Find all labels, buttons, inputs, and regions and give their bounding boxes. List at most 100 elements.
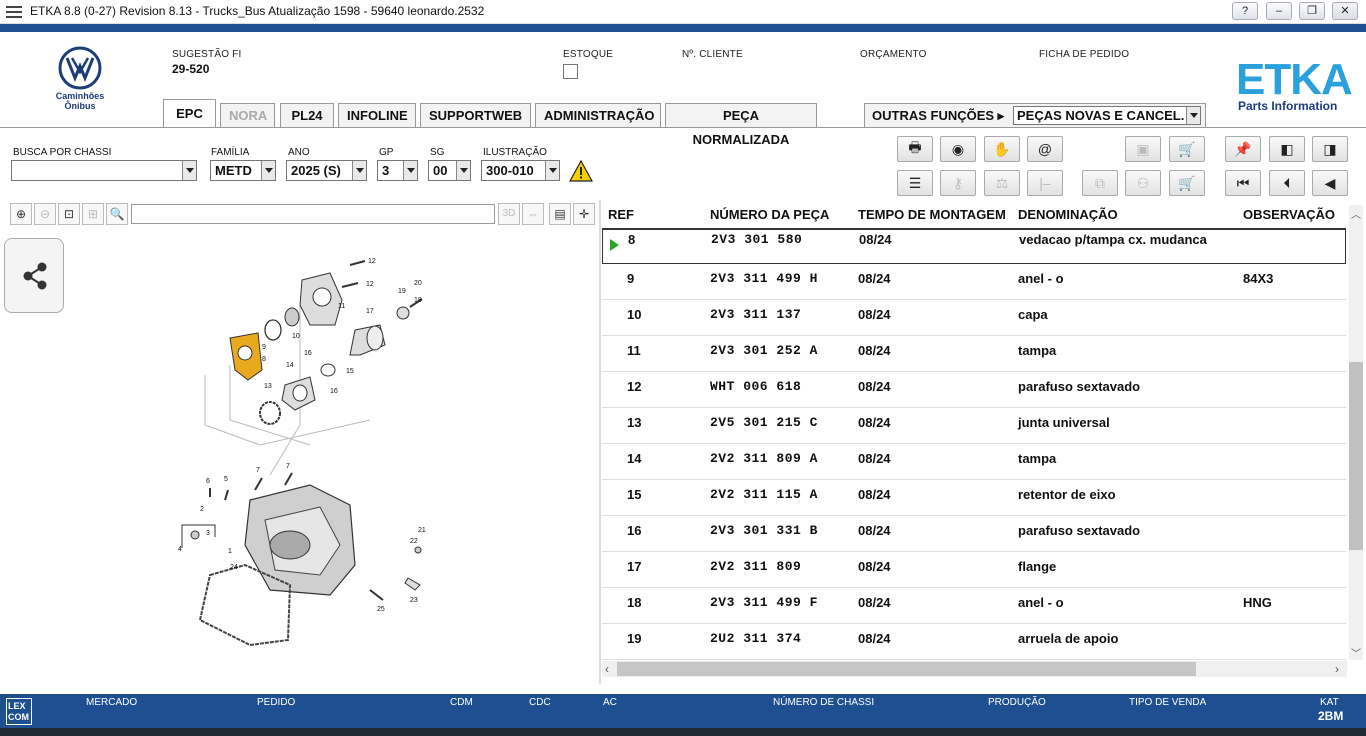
- minus-arrow-icon[interactable]: |–: [1027, 170, 1063, 196]
- ano-select[interactable]: 2025 (S): [286, 160, 367, 181]
- table-row[interactable]: 11 2V3 301 252 A 08/24 tampa: [602, 336, 1346, 372]
- diagram-callout-label[interactable]: 12: [366, 281, 374, 288]
- vertical-scroll-thumb[interactable]: [1349, 362, 1363, 550]
- diagram-callout-label[interactable]: 24: [230, 564, 238, 571]
- expand-icon[interactable]: ✛: [573, 203, 595, 225]
- outras-funcoes-select[interactable]: PEÇAS NOVAS E CANCEL.: [1013, 106, 1201, 125]
- familia-select[interactable]: METD: [210, 160, 276, 181]
- header-ref[interactable]: REF: [608, 207, 634, 222]
- pane-divider[interactable]: [599, 200, 601, 684]
- diagram-callout-label[interactable]: 17: [366, 308, 374, 315]
- gp-select[interactable]: 3: [377, 160, 418, 181]
- zoom-in-icon[interactable]: ⊕: [10, 203, 32, 225]
- diagram-callout-label[interactable]: 12: [368, 258, 376, 265]
- header-numero[interactable]: NÚMERO DA PEÇA: [710, 207, 829, 222]
- table-row[interactable]: 19 2U2 311 374 08/24 arruela de apoio: [602, 624, 1346, 660]
- tab-supportweb[interactable]: SUPPORTWEB: [420, 103, 531, 128]
- restore-button[interactable]: ❐: [1299, 2, 1325, 20]
- diagram-callout-label[interactable]: 13: [264, 383, 272, 390]
- warning-icon[interactable]: [569, 160, 593, 182]
- close-button[interactable]: ✕: [1332, 2, 1358, 20]
- zoom-fit-icon[interactable]: ⊡: [58, 203, 80, 225]
- diagram-callout-label[interactable]: 11: [338, 303, 345, 310]
- table-row[interactable]: 13 2V5 301 215 C 08/24 junta universal: [602, 408, 1346, 444]
- chevron-down-icon[interactable]: [182, 161, 196, 180]
- scroll-left-icon[interactable]: ‹: [605, 662, 609, 676]
- diagram-callout-label[interactable]: 7: [256, 467, 260, 474]
- doc-prev-icon[interactable]: ◧: [1269, 136, 1305, 162]
- tab-nora[interactable]: NORA: [220, 103, 275, 128]
- diagram-callout-label[interactable]: 6: [206, 478, 210, 485]
- table-row[interactable]: 8 2V3 301 580 08/24 vedacao p/tampa cx. mud…: [602, 228, 1346, 264]
- estoque-checkbox[interactable]: [563, 64, 578, 79]
- table-row[interactable]: 18 2V3 311 499 F 08/24 anel - o HNG: [602, 588, 1346, 624]
- email-icon[interactable]: @: [1027, 136, 1063, 162]
- scroll-up-icon[interactable]: ︿: [1351, 206, 1361, 221]
- scale-icon[interactable]: ⚖: [984, 170, 1020, 196]
- diagram-callout-label[interactable]: 20: [414, 280, 422, 287]
- table-row[interactable]: 16 2V3 301 331 B 08/24 parafuso sextavado: [602, 516, 1346, 552]
- help-button[interactable]: ?: [1232, 2, 1258, 20]
- tab-epc[interactable]: EPC: [163, 99, 216, 128]
- chevron-down-icon[interactable]: [403, 161, 417, 180]
- diagram-callout-label[interactable]: 15: [346, 368, 354, 375]
- view-split-icon[interactable]: ⇔: [522, 203, 544, 225]
- diagram-callout-label[interactable]: 23: [410, 597, 418, 604]
- tab-peca-normalizada[interactable]: PEÇA NORMALIZADA: [665, 103, 817, 147]
- header-tempo[interactable]: TEMPO DE MONTAGEM: [858, 207, 1006, 222]
- table-row[interactable]: 9 2V3 311 499 H 08/24 anel - o 84X3: [602, 264, 1346, 300]
- horizontal-scroll-thumb[interactable]: [617, 662, 1196, 676]
- prev-page-icon[interactable]: ⏴: [1269, 170, 1305, 196]
- cart-add-icon[interactable]: 🛒: [1169, 136, 1205, 162]
- table-row[interactable]: 10 2V3 311 137 08/24 capa: [602, 300, 1346, 336]
- sg-select[interactable]: 00: [428, 160, 471, 181]
- diagram-callout-label[interactable]: 18: [414, 297, 422, 304]
- compare-icon[interactable]: ⧉: [1082, 170, 1118, 196]
- outras-funcoes-label[interactable]: OUTRAS FUNÇÕES ▸: [872, 108, 1004, 124]
- chevron-down-icon[interactable]: [545, 161, 559, 180]
- diagram-callout-label[interactable]: 2: [200, 506, 204, 513]
- diagram-callout-label[interactable]: 5: [224, 476, 228, 483]
- chevron-down-icon[interactable]: [352, 161, 366, 180]
- diagram-callout-label[interactable]: 16: [330, 388, 338, 395]
- diagram-callout-label[interactable]: 16: [304, 350, 312, 357]
- list-icon[interactable]: ☰: [897, 170, 933, 196]
- diagram-callout-label[interactable]: 21: [418, 527, 426, 534]
- handshake-icon[interactable]: ✋: [984, 136, 1020, 162]
- zoom-area-icon[interactable]: ⊞: [82, 203, 104, 225]
- first-icon[interactable]: ⏮: [1225, 170, 1261, 196]
- exploded-parts-diagram[interactable]: 1212112019181710981615141613776 5234 12122…: [170, 245, 440, 655]
- chevron-down-icon[interactable]: [1186, 107, 1200, 124]
- prev-icon[interactable]: ◀: [1312, 170, 1348, 196]
- minimize-button[interactable]: –: [1266, 2, 1292, 20]
- tab-pl24[interactable]: PL24: [280, 103, 334, 128]
- disc-icon[interactable]: ◉: [940, 136, 976, 162]
- header-denominacao[interactable]: DENOMINAÇÃO: [1018, 207, 1118, 222]
- app-menu-icon[interactable]: [6, 6, 22, 18]
- scroll-right-icon[interactable]: ›: [1335, 662, 1339, 676]
- header-observacao[interactable]: OBSERVAÇÃO: [1243, 207, 1335, 222]
- diagram-callout-label[interactable]: 25: [377, 606, 385, 613]
- search-icon[interactable]: 🔍: [106, 203, 128, 225]
- ilustracao-select[interactable]: 300-010: [481, 160, 560, 181]
- sugestao-value[interactable]: 29-520: [172, 62, 209, 76]
- print-icon[interactable]: 🖶: [897, 136, 933, 162]
- tab-administracao[interactable]: ADMINISTRAÇÃO: [535, 103, 661, 128]
- cart-icon[interactable]: 🛒: [1169, 170, 1205, 196]
- chassi-select[interactable]: [11, 160, 197, 181]
- scroll-down-icon[interactable]: ﹀: [1351, 645, 1361, 660]
- table-row[interactable]: 17 2V2 311 809 08/24 flange: [602, 552, 1346, 588]
- diagram-callout-label[interactable]: 7: [286, 463, 290, 470]
- 3d-icon[interactable]: 3D: [498, 203, 520, 225]
- key-icon[interactable]: ⚷: [940, 170, 976, 196]
- chevron-down-icon[interactable]: [456, 161, 470, 180]
- diagram-callout-label[interactable]: 14: [286, 362, 294, 369]
- zoom-out-icon[interactable]: ⊖: [34, 203, 56, 225]
- users-icon[interactable]: ⚇: [1125, 170, 1161, 196]
- table-row[interactable]: 14 2V2 311 809 A 08/24 tampa: [602, 444, 1346, 480]
- table-row[interactable]: 12 WHT 006 618 08/24 parafuso sextavado: [602, 372, 1346, 408]
- diagram-callout-label[interactable]: 3: [206, 530, 210, 537]
- layout-icon[interactable]: ▤: [549, 203, 571, 225]
- table-row[interactable]: 15 2V2 311 115 A 08/24 retentor de eixo: [602, 480, 1346, 516]
- diagram-callout-label[interactable]: 10: [292, 333, 300, 340]
